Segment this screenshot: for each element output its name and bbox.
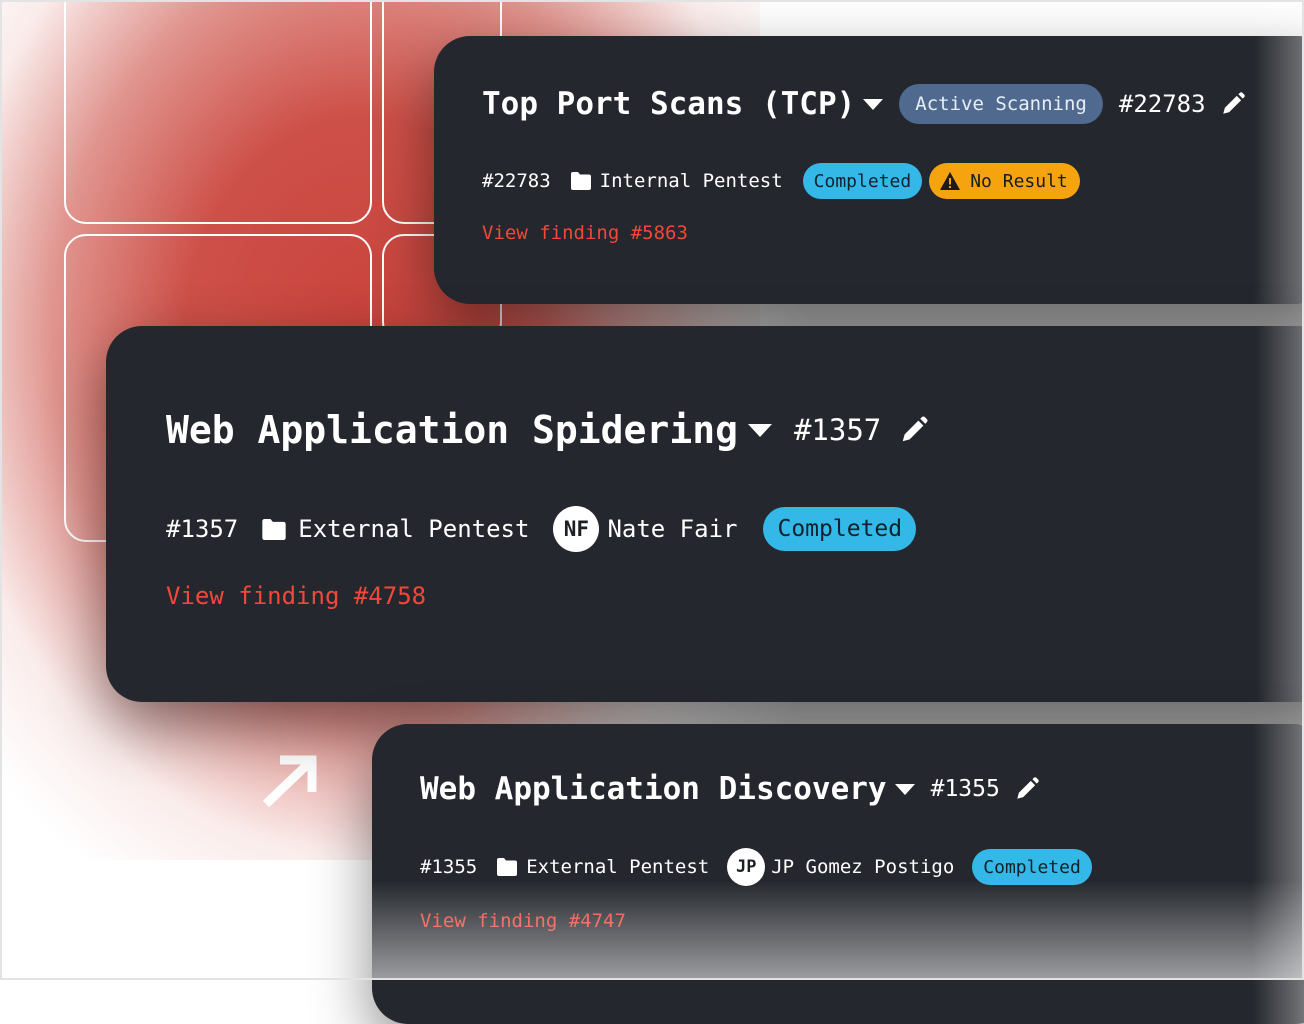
arrow-up-right-icon <box>262 755 317 808</box>
folder-icon <box>497 858 518 876</box>
status-badge-completed: Completed <box>763 507 917 551</box>
chevron-down-icon[interactable] <box>894 783 915 795</box>
chevron-down-icon[interactable] <box>863 98 884 110</box>
card-title[interactable]: Web Application Discovery <box>420 771 887 807</box>
project-name[interactable]: External Pentest <box>298 515 529 543</box>
meta-id: #1355 <box>420 856 478 878</box>
card-meta-row: #22783 Internal Pentest Completed No Res… <box>482 162 1080 200</box>
no-result-label: No Result <box>970 170 1068 192</box>
view-finding-link[interactable]: View finding #5863 <box>482 222 688 244</box>
folder-icon <box>570 172 591 190</box>
warning-icon <box>939 171 961 191</box>
project-name[interactable]: Internal Pentest <box>600 170 783 192</box>
status-badge-active: Active Scanning <box>899 84 1103 124</box>
card-edge-fade <box>1256 326 1304 702</box>
pencil-icon[interactable] <box>1220 91 1246 117</box>
status-badge-completed: Completed <box>972 849 1092 885</box>
card-title-row: Web Application Discovery #1355 <box>420 766 1040 812</box>
avatar: NF <box>553 506 600 552</box>
grid-tile <box>64 0 372 224</box>
project-name[interactable]: External Pentest <box>526 856 709 878</box>
card-id: #1355 <box>930 776 1000 802</box>
card-meta-row: #1355 External Pentest JP JP Gomez Posti… <box>420 848 1092 886</box>
card-title[interactable]: Web Application Spidering <box>166 408 738 452</box>
view-finding-link[interactable]: View finding #4747 <box>420 910 626 932</box>
pencil-icon[interactable] <box>899 415 929 445</box>
scan-card-discovery[interactable]: Web Application Discovery #1355 #1355 Ex… <box>372 724 1304 1024</box>
meta-id: #1357 <box>166 515 239 543</box>
avatar: JP <box>727 848 766 886</box>
scan-card-top-port[interactable]: Top Port Scans (TCP) Active Scanning #22… <box>434 36 1304 304</box>
meta-id: #22783 <box>482 170 551 192</box>
card-id: #1357 <box>793 413 882 447</box>
status-badge-no-result: No Result <box>929 163 1080 199</box>
card-title-row: Web Application Spidering #1357 <box>166 402 929 458</box>
card-shadow-band <box>460 702 1304 724</box>
pencil-icon[interactable] <box>1014 776 1040 802</box>
assignee-name: Nate Fair <box>607 515 738 543</box>
card-shadow-band <box>480 304 1304 326</box>
card-title[interactable]: Top Port Scans (TCP) <box>482 86 855 122</box>
card-edge-fade <box>1252 724 1304 1024</box>
assignee-name: JP Gomez Postigo <box>771 856 955 878</box>
view-finding-link[interactable]: View finding #4758 <box>166 582 426 610</box>
status-badge-completed: Completed <box>802 163 923 199</box>
card-title-row: Top Port Scans (TCP) Active Scanning #22… <box>482 82 1246 126</box>
card-meta-row: #1357 External Pentest NF Nate Fair Comp… <box>166 506 917 552</box>
folder-icon <box>262 518 286 540</box>
scan-card-spidering[interactable]: Web Application Spidering #1357 #1357 Ex… <box>106 326 1304 702</box>
card-id: #22783 <box>1118 90 1206 118</box>
card-edge-fade <box>1254 36 1304 304</box>
chevron-down-icon[interactable] <box>747 423 772 437</box>
